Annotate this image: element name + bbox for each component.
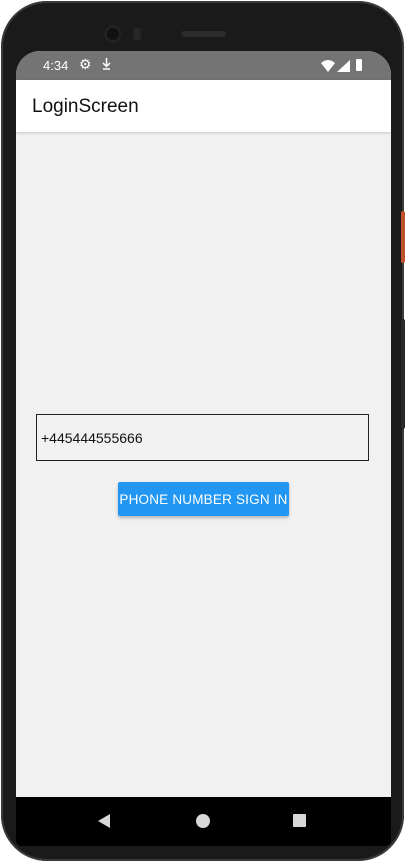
wifi-icon — [321, 59, 335, 77]
power-button[interactable] — [401, 211, 405, 263]
phone-number-input[interactable] — [36, 414, 369, 461]
battery-icon — [356, 59, 362, 71]
home-icon[interactable] — [196, 814, 210, 828]
volume-button[interactable] — [401, 319, 405, 429]
status-time: 4:34 — [43, 58, 69, 73]
phone-sign-in-button[interactable]: PHONE NUMBER SIGN IN — [118, 482, 289, 516]
phone-frame: 4:34 ⚙ LoginScreen PHONE NUMBER SIGN IN — [1, 1, 405, 861]
gear-icon: ⚙ — [79, 56, 92, 72]
back-icon[interactable] — [98, 814, 110, 828]
app-bar: LoginScreen — [16, 80, 391, 132]
status-bar: 4:34 ⚙ — [16, 51, 391, 80]
signal-icon — [337, 59, 350, 77]
app-title: LoginScreen — [32, 96, 139, 117]
recents-icon[interactable] — [293, 814, 306, 827]
proximity-sensor — [133, 28, 141, 40]
download-icon — [102, 57, 111, 73]
screen: 4:34 ⚙ LoginScreen PHONE NUMBER SIGN IN — [16, 51, 391, 846]
front-camera — [104, 25, 122, 43]
earpiece-speaker — [181, 31, 226, 37]
navigation-bar — [16, 797, 391, 846]
